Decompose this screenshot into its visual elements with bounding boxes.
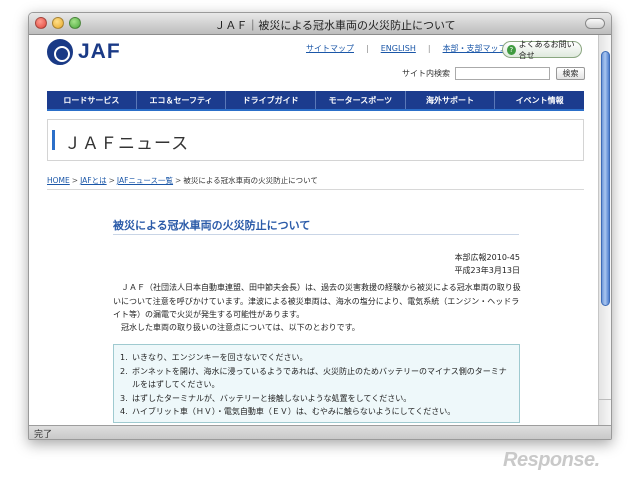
question-icon: ? (507, 44, 516, 55)
caution-text: はずしたターミナルが、バッテリーと接触しないような処置をしてください。 (132, 393, 412, 403)
response-watermark: Response. (503, 449, 600, 471)
caution-number: 4. (120, 407, 128, 416)
toolbar-toggle-button[interactable] (585, 18, 605, 29)
nav-drive-guide[interactable]: ドライブガイド (226, 91, 317, 109)
caution-item: 4. ハイブリット車（ＨＶ）・電気自動車（ＥＶ）は、むやみに触らないようにしてくだ… (120, 405, 513, 419)
vertical-scrollbar[interactable] (598, 35, 611, 427)
browser-window: ＪＡＦ｜被災による冠水車両の火災防止について JAF サイトマップ | ENGL… (28, 12, 612, 440)
page-viewport: JAF サイトマップ | ENGLISH | 本部・支部マップ ? よくあるお問… (29, 35, 600, 427)
caution-text: ハイブリット車（ＨＶ）・電気自動車（ＥＶ）は、むやみに触らないようにしてください… (132, 407, 456, 416)
caution-text: ボンネットを開け、海水に浸っているようであれば、火災防止のためバッテリーのマイナ… (132, 366, 507, 390)
screenshot-stage: ＪＡＦ｜被災による冠水車両の火災防止について JAF サイトマップ | ENGL… (0, 0, 640, 477)
search-label: サイト内検索 (402, 69, 450, 78)
window-title: ＪＡＦ｜被災による冠水車両の火災防止について (214, 19, 456, 32)
nav-overseas-support[interactable]: 海外サポート (406, 91, 496, 109)
close-window-button[interactable] (35, 17, 47, 29)
logo-text: JAF (78, 40, 121, 63)
section-title: ＪＡＦニュース (64, 134, 190, 154)
scrollbar-thumb[interactable] (601, 51, 610, 306)
search-input[interactable] (455, 67, 550, 80)
main-nav: ロードサービス エコ＆セーフティ ドライブガイド モータースポーツ 海外サポート… (47, 91, 584, 111)
sitemap-link[interactable]: サイトマップ (306, 43, 354, 54)
breadcrumb: HOME > JAFとは > JAFニュース一覧 > 被災による冠水車両の火災防止について (47, 175, 318, 186)
breadcrumb-home[interactable]: HOME (47, 176, 70, 185)
top-links: サイトマップ | ENGLISH | 本部・支部マップ (306, 43, 507, 54)
caution-number: 2. (120, 366, 128, 376)
nav-events[interactable]: イベント情報 (495, 91, 584, 109)
site-search: サイト内検索 検索 (402, 67, 585, 80)
breadcrumb-separator: > (108, 176, 115, 185)
search-button[interactable]: 検索 (556, 67, 585, 80)
scroll-arrows[interactable] (599, 399, 611, 427)
english-link[interactable]: ENGLISH (381, 44, 416, 53)
breadcrumb-news-list[interactable]: JAFニュース一覧 (117, 176, 173, 185)
title-underline (113, 234, 519, 235)
article-paragraph-2: 冠水した車両の取り扱いの注意点については、以下のとおりです。 (113, 323, 360, 332)
article-date: 平成23年3月13日 (454, 266, 520, 275)
status-bar: 完了 (29, 425, 611, 439)
article-paragraph-1: ＪＡＦ（社団法人日本自動車連盟、田中節夫会長）は、過去の災害救援の経験から被災に… (113, 283, 521, 319)
caution-number: 1. (120, 353, 128, 362)
caution-item: 1. いきなり、エンジンキーを回さないでください。 (120, 351, 513, 365)
caution-item: 2. ボンネットを開け、海水に浸っているようであれば、火災防止のためバッテリーのマ… (120, 365, 513, 392)
window-controls (35, 17, 81, 29)
link-separator: | (366, 44, 369, 53)
minimize-window-button[interactable] (52, 17, 64, 29)
breadcrumb-separator: > (175, 176, 182, 185)
zoom-window-button[interactable] (69, 17, 81, 29)
breadcrumb-current: 被災による冠水車両の火災防止について (183, 176, 318, 185)
link-separator: | (427, 44, 431, 53)
jaf-emblem-icon (47, 39, 73, 65)
caution-item: 3. はずしたターミナルが、バッテリーと接触しないような処置をしてください。 (120, 392, 513, 406)
status-text: 完了 (34, 430, 53, 440)
breadcrumb-about[interactable]: JAFとは (80, 176, 107, 185)
jaf-logo[interactable]: JAF (47, 39, 121, 65)
title-bar[interactable]: ＪＡＦ｜被災による冠水車両の火災防止について (29, 13, 611, 35)
section-header: ＪＡＦニュース (47, 119, 584, 161)
caution-text: いきなり、エンジンキーを回さないでください。 (132, 353, 308, 362)
section-accent-bar (52, 130, 55, 150)
nav-road-service[interactable]: ロードサービス (47, 91, 137, 109)
faq-button-label: よくあるお問い合せ (518, 39, 575, 60)
article-title: 被災による冠水車両の火災防止について (113, 219, 311, 232)
press-release-number: 本部広報2010-45 (454, 253, 520, 262)
nav-motorsports[interactable]: モータースポーツ (316, 91, 406, 109)
caution-list-box: 1. いきなり、エンジンキーを回さないでください。 2. ボンネットを開け、海水に浸… (113, 344, 520, 423)
caution-number: 3. (120, 393, 128, 403)
branch-map-link[interactable]: 本部・支部マップ (443, 43, 507, 54)
divider (47, 189, 584, 190)
faq-button[interactable]: ? よくあるお問い合せ (502, 39, 582, 60)
breadcrumb-separator: > (71, 176, 79, 185)
site-header: JAF サイトマップ | ENGLISH | 本部・支部マップ ? よくあるお問… (29, 35, 600, 93)
nav-eco-safety[interactable]: エコ＆セーフティ (137, 91, 227, 109)
